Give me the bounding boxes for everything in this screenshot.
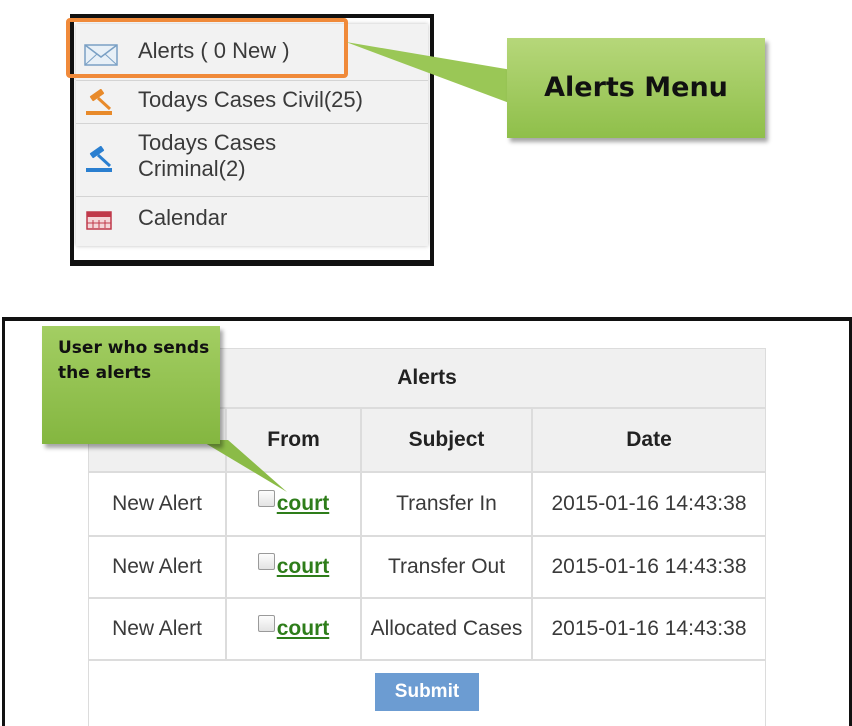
table-row: court (226, 472, 361, 536)
column-header-text: Subject (408, 428, 485, 451)
table-title-text: Alerts (397, 366, 457, 389)
menu-item-alerts[interactable]: Alerts ( 0 New ) (76, 30, 428, 81)
alert-checkbox[interactable] (257, 489, 275, 507)
alert-status: New Alert (112, 492, 202, 515)
mail-icon (84, 44, 118, 72)
table-row: 2015-01-16 14:43:38 (532, 598, 766, 660)
from-link[interactable]: court (277, 617, 330, 641)
column-header-subject: Subject (361, 408, 532, 472)
from-link[interactable]: court (277, 492, 330, 516)
menu-item-todays-cases-criminal[interactable]: Todays Cases Criminal(2) (76, 124, 428, 197)
table-row: Transfer Out (361, 536, 532, 598)
alert-date: 2015-01-16 14:43:38 (551, 492, 747, 515)
menu-item-label: Calendar (138, 205, 228, 230)
table-row: New Alert (88, 598, 226, 660)
menu-item-label: Todays Cases Civil(25) (138, 87, 363, 112)
table-row: court (226, 536, 361, 598)
alert-checkbox[interactable] (257, 614, 275, 632)
alert-subject: Transfer Out (387, 555, 506, 578)
menu-item-calendar[interactable]: Calendar (76, 197, 428, 243)
table-row: Transfer In (361, 472, 532, 536)
alert-checkbox[interactable] (257, 552, 275, 570)
table-row: court (226, 598, 361, 660)
user-who-sends-callout: User who sends the alerts (42, 326, 220, 444)
menu-item-todays-cases-civil[interactable]: Todays Cases Civil(25) (76, 81, 428, 124)
from-link[interactable]: court (277, 555, 330, 579)
alert-status: New Alert (112, 617, 202, 640)
gavel-icon (84, 145, 118, 180)
alerts-menu-callout: Alerts Menu (507, 38, 765, 138)
column-header-from: From (226, 408, 361, 472)
column-header-text: Date (626, 428, 672, 451)
table-row: New Alert (88, 472, 226, 536)
column-header-date: Date (532, 408, 766, 472)
table-row: 2015-01-16 14:43:38 (532, 536, 766, 598)
table-row: Allocated Cases (361, 598, 532, 660)
table-row: New Alert (88, 536, 226, 598)
column-header-text: From (267, 428, 320, 451)
side-menu: Alerts ( 0 New ) Todays Cases Civil(25) … (76, 24, 428, 246)
menu-item-label: Todays Cases Criminal(2) (138, 130, 277, 181)
alert-subject: Transfer In (396, 492, 497, 515)
alert-date: 2015-01-16 14:43:38 (551, 555, 747, 578)
alert-date: 2015-01-16 14:43:38 (551, 617, 747, 640)
alert-subject: Allocated Cases (370, 617, 523, 640)
calendar-icon (84, 209, 114, 237)
menu-item-label: Alerts ( 0 New ) (138, 38, 290, 63)
table-row: 2015-01-16 14:43:38 (532, 472, 766, 536)
submit-button[interactable]: Submit (375, 673, 479, 711)
gavel-icon (84, 88, 118, 123)
alert-status: New Alert (112, 555, 202, 578)
